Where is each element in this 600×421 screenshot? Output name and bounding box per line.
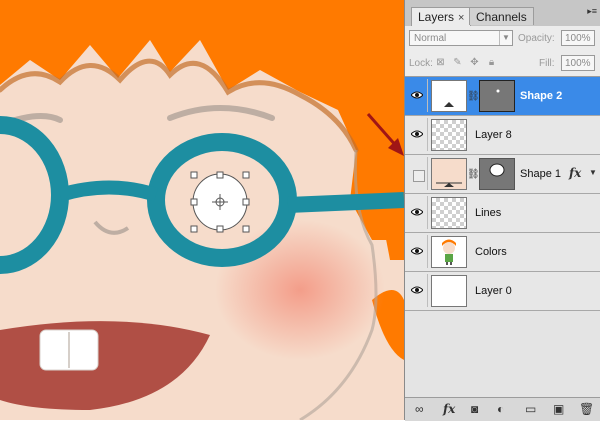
close-tab-icon[interactable]: × [458,12,464,24]
visibility-toggle[interactable] [407,79,428,112]
eye-icon [411,130,423,138]
layer-row[interactable]: Layer 8 [405,116,600,155]
blend-row: Normal ▼ Opacity: 100% [405,26,600,50]
visibility-toggle[interactable] [407,118,428,151]
link-icon: ⛓ [467,169,480,180]
layer-row[interactable]: Layer 0 [405,272,600,311]
opacity-label: Opacity: [518,33,555,44]
layer-thumbnail [431,80,467,112]
layer-name: Lines [475,207,502,219]
fill-label: Fill: [539,58,555,69]
link-layers-icon[interactable]: ∞ [415,402,424,416]
layer-thumbnail [431,197,467,229]
visibility-toggle[interactable] [407,235,428,268]
layer-thumbnail [431,158,467,190]
layer-row[interactable]: Lines [405,194,600,233]
panel-footer: ∞ fx ◙ ◐ ▭ ▣ 🗑︎ [405,397,600,421]
folder-icon[interactable]: ▭ [525,402,536,416]
chevron-down-icon: ▼ [499,31,512,45]
layer-row[interactable]: ⛓ Shape 1 fx ▼ [405,155,600,194]
panel-tabbar: Layers × Channels ▸≡ [405,0,600,27]
lock-icons: ⊠ ✎ ✥ 🔒︎ [435,57,497,68]
layer-name: Shape 1 [520,168,561,180]
layer-row[interactable]: ⛓ Shape 2 [405,77,600,116]
lock-brush-icon[interactable]: ✎ [452,57,463,68]
fill-field[interactable]: 100% [561,55,595,71]
hidden-visibility-box [413,170,425,182]
layer-effects-icon[interactable]: fx [569,166,581,180]
lock-all-icon[interactable]: 🔒︎ [486,57,497,68]
character-thumbnail-icon [442,239,456,265]
lock-position-icon[interactable]: ✥ [469,57,480,68]
opacity-field[interactable]: 100% [561,30,595,46]
layer-name: Colors [475,246,507,258]
eye-icon [411,91,423,99]
tab-channels-label: Channels [476,10,527,24]
vector-mask-thumbnail[interactable] [479,158,515,190]
panel-menu-icon[interactable]: ▸≡ [587,6,597,17]
lock-label: Lock: [409,58,433,69]
eye-icon [411,247,423,255]
visibility-toggle[interactable] [407,157,428,190]
layer-name: Layer 8 [475,129,512,141]
tab-channels[interactable]: Channels [469,7,534,25]
new-layer-icon[interactable]: ▣ [553,402,564,416]
eye-icon [411,286,423,294]
link-icon: ⛓ [467,91,480,102]
mask-icon[interactable]: ◙ [471,402,478,416]
layer-row[interactable]: Colors [405,233,600,272]
layers-panel: Layers × Channels ▸≡ Normal ▼ Opacity: 10… [404,0,600,421]
canvas-artwork [0,0,404,420]
vector-mask-thumbnail[interactable] [479,80,515,112]
eye-icon [411,208,423,216]
tab-layers-label: Layers [418,10,455,24]
expand-effects-icon[interactable]: ▼ [589,168,597,177]
layer-thumbnail [431,119,467,151]
tab-layers[interactable]: Layers × [411,7,472,27]
lock-transparency-icon[interactable]: ⊠ [435,57,446,68]
blend-mode-select[interactable]: Normal ▼ [409,30,513,46]
canvas[interactable] [0,0,404,420]
adjustment-icon[interactable]: ◐ [497,402,504,416]
blend-mode-value: Normal [414,33,447,44]
layer-thumbnail [431,236,467,268]
layer-name: Shape 2 [520,90,563,102]
layer-thumbnail [431,275,467,307]
visibility-toggle[interactable] [407,274,428,307]
fx-icon[interactable]: fx [443,402,455,416]
visibility-toggle[interactable] [407,196,428,229]
layer-name: Layer 0 [475,285,512,297]
lock-row: Lock: ⊠ ✎ ✥ 🔒︎ Fill: 100% [405,50,600,77]
trash-icon[interactable]: 🗑︎ [579,402,594,416]
layers-list: ⛓ Shape 2 Layer 8 ⛓ Shape 1 fx ▼ Lines C… [405,77,600,397]
